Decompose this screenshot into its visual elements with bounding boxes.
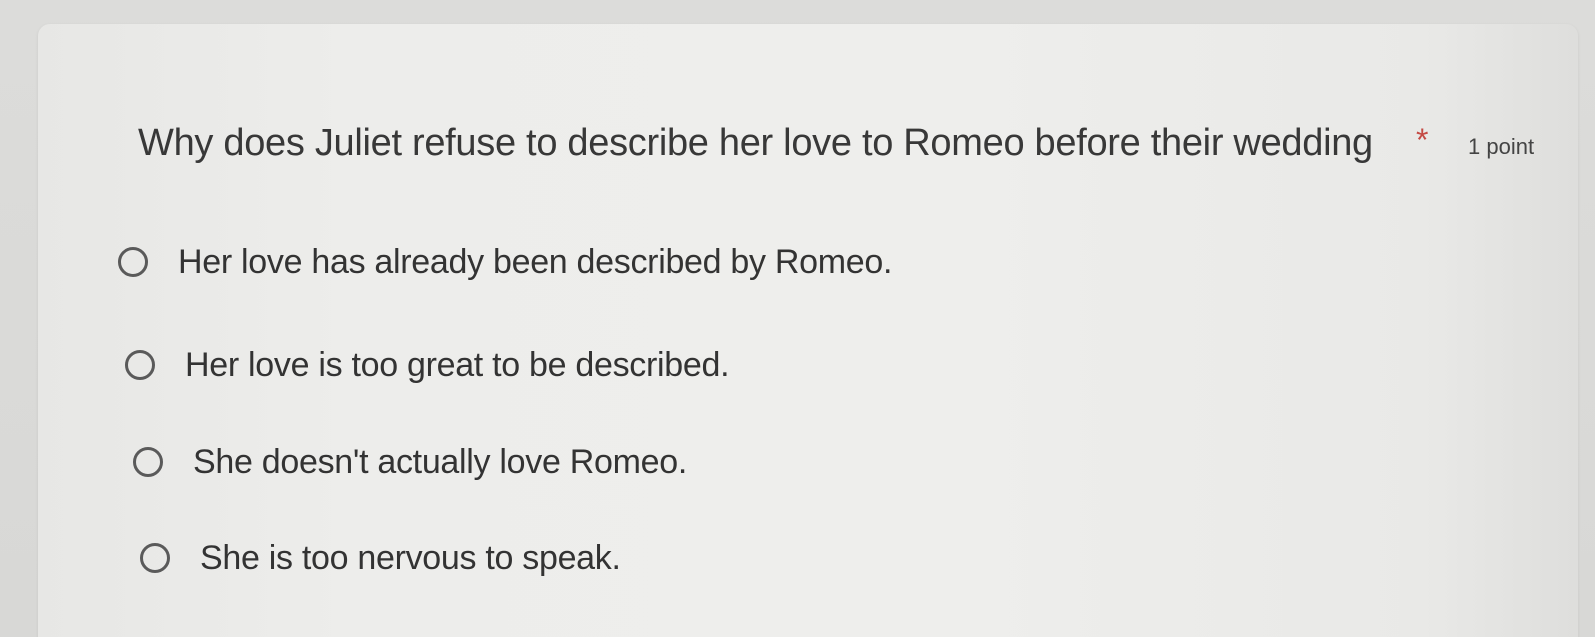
question-title: Why does Juliet refuse to describe her l… [138, 122, 1373, 164]
option-label: Her love has already been described by R… [178, 242, 893, 281]
screen: Why does Juliet refuse to describe her l… [0, 0, 1595, 637]
question-header: Why does Juliet refuse to describe her l… [138, 122, 1578, 172]
option-4[interactable]: She is too nervous to speak. [140, 536, 621, 580]
option-label: She is too nervous to speak. [200, 538, 621, 577]
points-label: 1 point [1468, 134, 1535, 159]
radio-button-icon[interactable] [125, 350, 155, 380]
option-label: Her love is too great to be described. [185, 345, 730, 384]
radio-button-icon[interactable] [133, 447, 163, 477]
option-3[interactable]: She doesn't actually love Romeo. [133, 440, 687, 484]
radio-button-icon[interactable] [118, 247, 148, 277]
radio-button-icon[interactable] [140, 543, 170, 573]
option-label: She doesn't actually love Romeo. [193, 442, 687, 481]
option-2[interactable]: Her love is too great to be described. [125, 343, 730, 387]
option-1[interactable]: Her love has already been described by R… [118, 240, 892, 284]
question-card: Why does Juliet refuse to describe her l… [38, 24, 1578, 637]
required-asterisk: * [1416, 122, 1429, 158]
